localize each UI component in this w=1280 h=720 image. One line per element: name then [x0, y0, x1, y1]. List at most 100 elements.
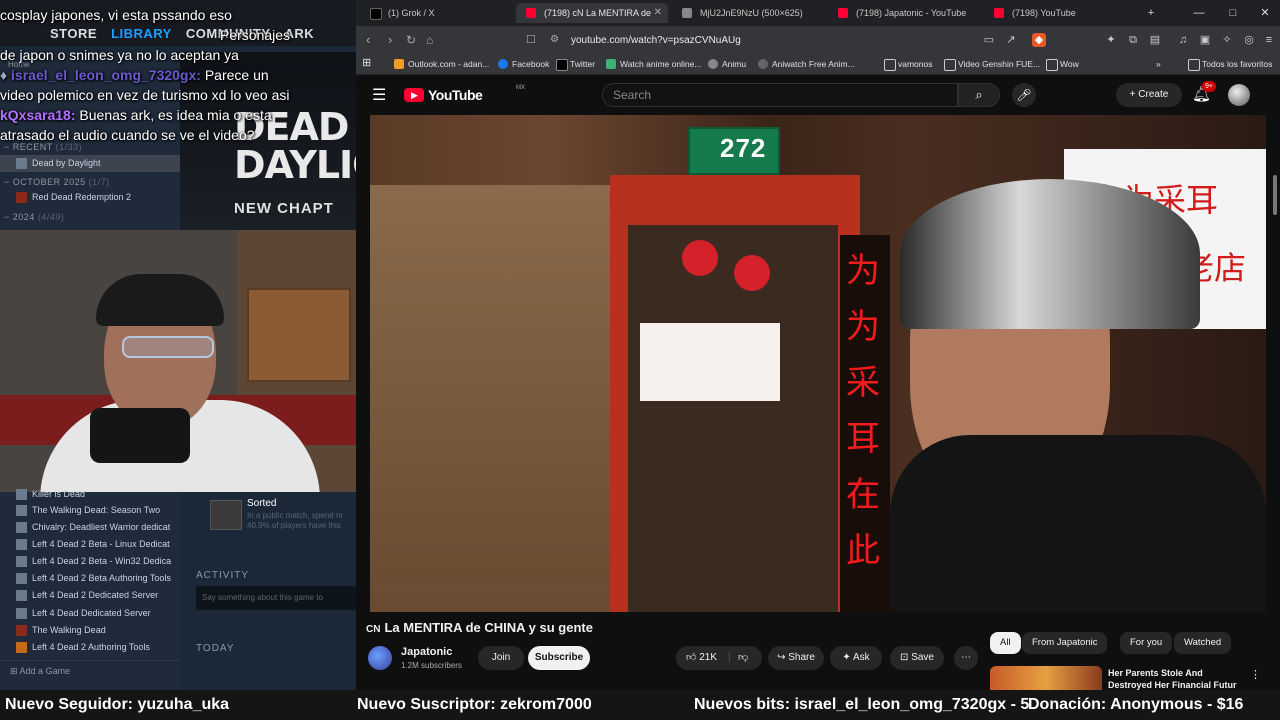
- screen-icon[interactable]: ▭: [982, 33, 996, 47]
- tab-video-active[interactable]: (7198) cN La MENTIRA de ✕: [516, 3, 668, 23]
- video-lantern: [734, 255, 770, 291]
- scrollbar-thumb[interactable]: [1273, 175, 1277, 215]
- tab-japatonic[interactable]: (7198) Japatonic - YouTube: [828, 3, 978, 23]
- chat-message: Personajes: [220, 27, 291, 43]
- chip-watched[interactable]: Watched: [1174, 632, 1232, 654]
- chip-from-channel[interactable]: From Japatonic: [1022, 632, 1108, 654]
- reload-icon[interactable]: ↻: [406, 32, 416, 48]
- steam-game-row[interactable]: Left 4 Dead 2 Beta - Linux Dedicat: [0, 536, 180, 553]
- divider: [0, 660, 180, 661]
- sidebar-icon[interactable]: ▤: [1148, 33, 1162, 47]
- add-game-button[interactable]: ⊞ Add a Game: [10, 666, 70, 677]
- maximize-icon[interactable]: □: [1218, 3, 1248, 23]
- back-icon[interactable]: ‹: [366, 32, 370, 48]
- video-player[interactable]: 272 为为采耳在此 为为采耳 年老店: [370, 115, 1266, 612]
- tab-image[interactable]: MjU2JnE9NzU (500×625): [672, 3, 822, 23]
- recommended-thumbnail[interactable]: [990, 666, 1102, 690]
- create-button[interactable]: + Create: [1116, 83, 1182, 107]
- activity-heading: ACTIVITY: [196, 570, 250, 581]
- subscribe-button[interactable]: Subscribe: [528, 646, 590, 670]
- channel-avatar[interactable]: [368, 646, 392, 670]
- bookmark-anime[interactable]: Watch anime online...: [606, 57, 701, 71]
- extensions-puzzle-icon[interactable]: ⧉: [1126, 33, 1140, 47]
- steam-game-list: Killer is Dead The Walking Dead: Season …: [0, 489, 180, 690]
- channel-name[interactable]: Japatonic: [401, 646, 452, 658]
- avatar[interactable]: [1228, 84, 1250, 106]
- bookmark-folder-vamonos[interactable]: vamonos: [884, 57, 933, 71]
- all-bookmarks-folder[interactable]: Todos los favoritos: [1188, 57, 1272, 71]
- steam-game-row[interactable]: Left 4 Dead 2 Beta Authoring Tools: [0, 570, 180, 587]
- save-button[interactable]: ⊡ Save: [890, 646, 944, 670]
- aniwatch-icon: [758, 59, 768, 69]
- youtube-icon: [526, 8, 536, 18]
- thumbs-down-icon[interactable]: 👎︎: [738, 646, 748, 670]
- steam-game-row[interactable]: The Walking Dead: [0, 622, 180, 639]
- ai-icon[interactable]: ✧: [1220, 33, 1234, 47]
- bookmark-facebook[interactable]: Facebook: [498, 57, 549, 71]
- stream-alert-ticker: Nuevo Seguidor: yuzuha_uka Nuevo Suscrip…: [0, 690, 1280, 720]
- more-actions-icon[interactable]: ⋯: [954, 646, 978, 670]
- steam-game-row[interactable]: Left 4 Dead Dedicated Server: [0, 605, 180, 622]
- video-vertical-sign-text: 为为采耳在此: [846, 251, 880, 571]
- tab-youtube[interactable]: (7198) YouTube: [984, 3, 1134, 23]
- steam-game-row[interactable]: Left 4 Dead 2 Dedicated Server: [0, 587, 180, 604]
- home-icon[interactable]: ⌂: [426, 32, 433, 48]
- minimize-icon[interactable]: —: [1184, 3, 1214, 23]
- bookmark-folder-genshin[interactable]: Video Genshin FUE...: [944, 57, 1040, 71]
- chip-all[interactable]: All: [990, 632, 1021, 654]
- brave-shield-icon[interactable]: ◆: [1032, 33, 1046, 47]
- site-info-icon[interactable]: ⚙: [550, 32, 559, 48]
- close-icon[interactable]: ✕: [654, 3, 662, 23]
- steam-section-2024[interactable]: − 2024 (4/49): [4, 212, 64, 222]
- plus-icon: ⊞: [10, 666, 20, 676]
- bookmark-twitter[interactable]: Twitter: [556, 57, 595, 71]
- steam-game-row[interactable]: The Walking Dead: Season Two: [0, 502, 180, 519]
- steam-game-october[interactable]: Red Dead Redemption 2: [0, 189, 180, 206]
- chat-message: de japon o snimes ya no lo aceptan ya: [0, 47, 239, 63]
- share-icon[interactable]: ↗: [1004, 33, 1018, 47]
- url-field[interactable]: youtube.com/watch?v=psazCVNuAUg: [571, 32, 991, 50]
- recommended-title[interactable]: Her Parents Stole And Destroyed Her Finan…: [1108, 667, 1237, 691]
- ask-button[interactable]: ✦ Ask: [830, 646, 882, 670]
- like-button[interactable]: 👍︎ 21K | 👎︎: [676, 646, 762, 670]
- steam-section-october[interactable]: − OCTOBER 2025 (1/7): [4, 177, 110, 187]
- hamburger-menu-icon[interactable]: ☰: [372, 85, 386, 105]
- voice-search-icon[interactable]: 🎤︎: [1012, 83, 1036, 107]
- vpn-icon[interactable]: ◎: [1242, 33, 1256, 47]
- recommended-more-icon[interactable]: ⋮: [1250, 668, 1261, 681]
- search-input[interactable]: Search: [602, 83, 958, 107]
- bookmark-aniwatch[interactable]: Aniwatch Free Anim...: [758, 57, 855, 71]
- join-button[interactable]: Join: [478, 646, 524, 670]
- new-tab-button[interactable]: +: [1136, 3, 1166, 23]
- steam-game-row[interactable]: Killer is Dead: [0, 486, 180, 503]
- apps-icon[interactable]: ⊞: [362, 56, 371, 70]
- facebook-icon: [498, 59, 508, 69]
- bookmarks-overflow-icon[interactable]: »: [1156, 57, 1161, 71]
- game-thumb-icon: [16, 505, 27, 516]
- bookmark-outlook[interactable]: Outlook.com - adan...: [394, 57, 489, 71]
- bookmark-icon[interactable]: ☐: [526, 32, 536, 48]
- close-window-icon[interactable]: ✕: [1250, 3, 1280, 23]
- steam-game-recent[interactable]: Dead by Daylight: [0, 155, 180, 172]
- video-number-text: 272: [720, 133, 767, 163]
- chip-for-you[interactable]: For you: [1120, 632, 1173, 654]
- steam-game-row[interactable]: Left 4 Dead 2 Authoring Tools: [0, 639, 180, 656]
- activity-input[interactable]: Say something about this game to: [196, 586, 356, 610]
- forward-icon[interactable]: ›: [388, 32, 392, 48]
- globe-icon: [708, 59, 718, 69]
- extension-icon[interactable]: ✦: [1104, 33, 1118, 47]
- bookmarks-bar: ⊞ Outlook.com - adan... Facebook Twitter…: [356, 54, 1280, 75]
- menu-icon[interactable]: ≡: [1262, 33, 1276, 47]
- page-scrollbar[interactable]: [1270, 115, 1280, 690]
- wallet-icon[interactable]: ▣: [1198, 33, 1212, 47]
- music-icon[interactable]: ♫: [1176, 33, 1190, 47]
- search-icon[interactable]: ⌕: [958, 83, 1000, 107]
- bookmark-animu[interactable]: Animu: [708, 57, 746, 71]
- notification-badge: 9+: [1202, 81, 1216, 92]
- steam-game-row[interactable]: Chivalry: Deadliest Warrior dedicat: [0, 519, 180, 536]
- steam-game-row[interactable]: Left 4 Dead 2 Beta - Win32 Dedica: [0, 553, 180, 570]
- share-button[interactable]: ↪ Share: [768, 646, 824, 670]
- bookmark-folder-wow[interactable]: Wow: [1046, 57, 1079, 71]
- tab-grok[interactable]: (1) Grok / X: [360, 3, 510, 23]
- video-doorway: [628, 225, 838, 612]
